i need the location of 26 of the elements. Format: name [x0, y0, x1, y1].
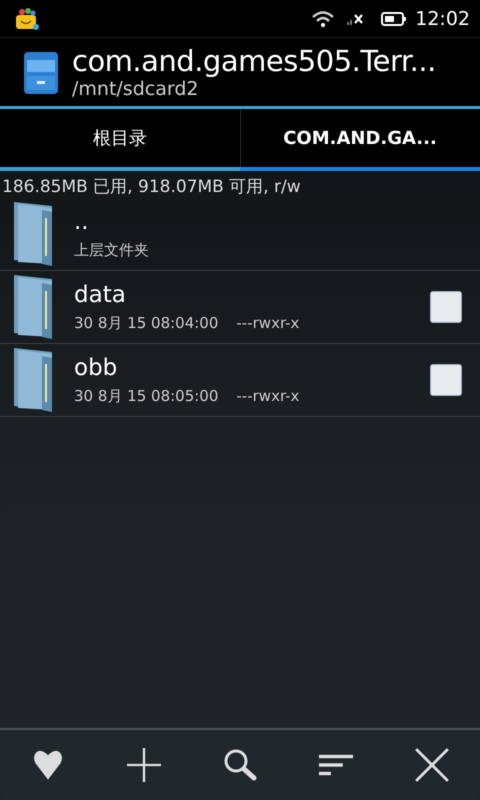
notification-icon — [14, 6, 40, 32]
file-date: 30 8月 15 08:04:00 — [74, 314, 218, 332]
file-row[interactable]: data 30 8月 15 08:04:00 ---rwxr-x — [0, 271, 480, 344]
checkbox[interactable] — [430, 291, 462, 323]
close-icon[interactable] — [415, 748, 449, 782]
add-icon[interactable] — [127, 748, 161, 782]
wifi-icon — [311, 10, 336, 28]
file-name: obb — [74, 354, 118, 380]
search-icon[interactable] — [223, 748, 257, 782]
file-subtitle: 上层文件夹 — [74, 240, 150, 260]
file-permissions: ---rwxr-x — [236, 314, 300, 332]
path-label: /mnt/sdcard2 — [72, 78, 200, 100]
storage-info: 186.85MB 已用, 918.07MB 可用, r/w — [1, 176, 302, 198]
favorite-icon[interactable] — [31, 748, 65, 782]
file-row[interactable]: obb 30 8月 15 08:05:00 ---rwxr-x — [0, 344, 480, 417]
tab[interactable]: COM.AND.GA... — [240, 109, 480, 171]
file-date: 30 8月 15 08:05:00 — [74, 386, 218, 406]
window-title: com.and.games505.Terr... — [72, 44, 436, 78]
battery-icon — [381, 10, 408, 26]
tab[interactable]: 根目录 — [0, 109, 240, 171]
status-time: 12:02 — [415, 8, 470, 30]
file-row[interactable]: .. 上层文件夹 — [0, 198, 480, 271]
file-permissions: ---rwxr-x — [236, 386, 300, 406]
checkbox[interactable] — [430, 364, 462, 396]
file-name: data — [74, 282, 127, 308]
file-name: .. — [74, 208, 90, 234]
